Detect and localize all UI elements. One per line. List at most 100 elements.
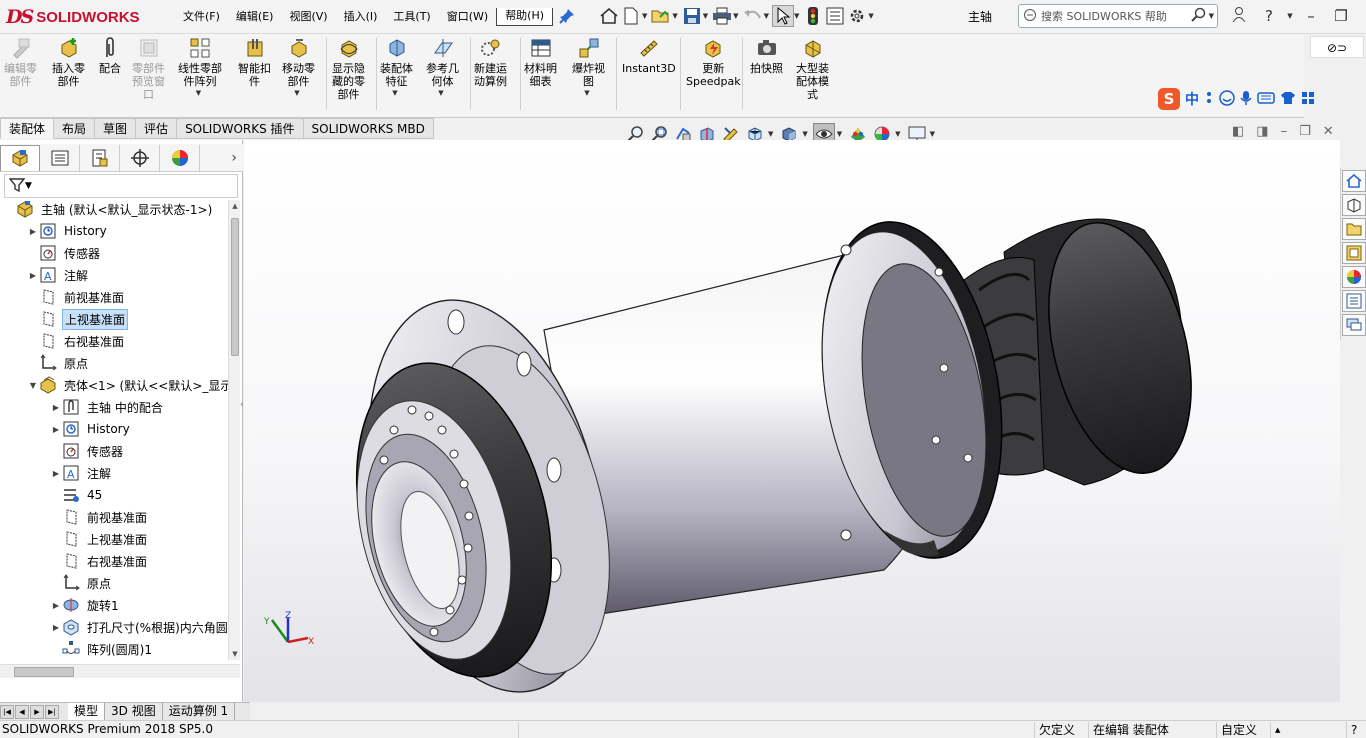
tree-node[interactable]: 前视基准面 — [27, 286, 126, 308]
show-hidden-components-button[interactable]: 显示隐 藏的零 部件 — [332, 36, 365, 101]
undo-icon[interactable] — [742, 5, 764, 27]
exploded-view-dropdown-icon[interactable]: ▼ — [584, 89, 589, 97]
tab-model[interactable]: 模型 — [68, 702, 106, 721]
tree-node[interactable]: 原点 — [27, 352, 90, 374]
reference-geometry-dropdown-icon[interactable]: ▼ — [438, 89, 443, 97]
minimize-icon[interactable]: – — [1296, 7, 1326, 25]
exploded-view-button[interactable]: 爆炸视 图 ▼ — [572, 36, 605, 97]
tab-layout[interactable]: 布局 — [54, 118, 96, 139]
tab-assembly[interactable]: 装配体 — [0, 118, 55, 139]
select-cursor-icon[interactable] — [771, 5, 794, 27]
view-settings-dropdown-icon[interactable]: ▼ — [930, 130, 935, 138]
propertymanager-tab-icon[interactable] — [40, 144, 80, 171]
reference-geometry-button[interactable]: 参考几 何体 ▼ — [426, 36, 459, 97]
viewport-close-icon[interactable]: ✕ — [1323, 124, 1334, 139]
tree-filter[interactable]: ▼ — [4, 174, 238, 198]
emoji-icon[interactable] — [1219, 89, 1235, 109]
tab-3d-views[interactable]: 3D 视图 — [105, 702, 163, 721]
assembly-features-dropdown-icon[interactable]: ▼ — [392, 89, 397, 97]
expand-arrow-icon[interactable]: ▶ — [27, 227, 39, 236]
tree-node[interactable]: 阵列(圆周)1 — [50, 638, 154, 660]
menu-edit[interactable]: 编辑(E) — [228, 8, 282, 26]
rebuild-traffic-light-icon[interactable] — [802, 5, 824, 27]
search-icon[interactable] — [1190, 7, 1207, 26]
expand-arrow-icon[interactable]: ▶ — [50, 403, 62, 412]
update-speedpak-button[interactable]: 更新 Speedpak — [686, 36, 741, 88]
file-properties-icon[interactable] — [824, 5, 846, 27]
tab-motion-study-1[interactable]: 运动算例 1 — [163, 702, 236, 721]
tree-node[interactable]: ▶ A 注解 — [27, 264, 90, 286]
first-tab-icon[interactable]: |◀ — [0, 704, 14, 719]
status-help-icon[interactable]: ? — [1346, 722, 1366, 738]
panel-more-chevron-icon[interactable]: › — [231, 150, 237, 166]
assembly-features-button[interactable]: 装配体 特征 ▼ — [380, 36, 413, 97]
ime-chinese-mode[interactable]: 中 — [1185, 89, 1199, 109]
ime-grid-icon[interactable] — [1301, 91, 1315, 108]
user-account-icon[interactable] — [1224, 6, 1254, 26]
sogou-ime-logo[interactable]: S — [1158, 88, 1180, 110]
move-component-button[interactable]: 移动零 部件 ▼ — [282, 36, 315, 97]
large-assembly-mode-button[interactable]: 大型装 配体模 式 — [796, 36, 829, 101]
keyboard-icon[interactable] — [1257, 91, 1275, 108]
linear-component-pattern-button[interactable]: 线性零部 件阵列 ▼ — [178, 36, 222, 97]
view-palette-icon[interactable] — [1342, 242, 1366, 264]
appearances-scenes-icon[interactable] — [1342, 266, 1366, 288]
save-dropdown-icon[interactable]: ▼ — [703, 12, 708, 20]
search-dropdown-icon[interactable]: ▼ — [1209, 12, 1214, 20]
tree-node[interactable]: 右视基准面 — [27, 330, 126, 352]
solidworks-logo[interactable]: DS SOLIDWORKS — [6, 6, 140, 28]
open-dropdown-icon[interactable]: ▼ — [672, 12, 677, 20]
tree-node[interactable]: ▶ 旋转1 — [50, 594, 121, 616]
linear-pattern-dropdown-icon[interactable]: ▼ — [196, 89, 201, 97]
menu-file[interactable]: 文件(F) — [175, 8, 228, 26]
tree-node[interactable]: ▶ 打孔尺寸(%根据)内六角圆柱 — [50, 616, 228, 638]
tab-sketch[interactable]: 草图 — [95, 118, 137, 139]
expand-arrow-icon[interactable]: ▶ — [50, 623, 62, 632]
custom-properties-icon[interactable] — [1342, 290, 1366, 312]
tree-node[interactable]: ▶ History — [50, 418, 132, 440]
tree-vertical-scrollbar[interactable]: ▲ ▼ — [228, 200, 240, 660]
tree-scroll-thumb[interactable] — [231, 218, 239, 356]
instant3d-button[interactable]: Instant3D — [622, 36, 676, 75]
menu-view[interactable]: 视图(V) — [281, 8, 335, 26]
close-icon[interactable]: ✕ — [1356, 7, 1366, 25]
prev-tab-icon[interactable]: ◀ — [15, 704, 29, 719]
dimxpertmanager-tab-icon[interactable] — [120, 144, 160, 171]
save-icon[interactable] — [681, 5, 703, 27]
edit-component-button[interactable]: 编辑零 部件 — [4, 36, 37, 88]
display-style-dropdown-icon[interactable]: ▼ — [802, 130, 807, 138]
tree-node[interactable]: 前视基准面 — [50, 506, 149, 528]
search-input[interactable]: 搜索 SOLIDWORKS 帮助 — [1041, 8, 1191, 24]
smart-fasteners-button[interactable]: 智能扣 件 — [238, 36, 271, 88]
tree-node[interactable]: 主轴 (默认<默认_显示状态-1>) — [4, 198, 214, 220]
ime-key-icon[interactable]: ⊘⊃ — [1310, 36, 1364, 58]
tree-node[interactable]: ▶ History — [27, 220, 109, 242]
print-icon[interactable] — [711, 5, 733, 27]
menu-window[interactable]: 窗口(W) — [439, 8, 496, 26]
tree-node[interactable]: 上视基准面 — [27, 308, 129, 330]
tree-node[interactable]: 上视基准面 — [50, 528, 149, 550]
menu-help[interactable]: 帮助(H) — [496, 8, 554, 26]
tab-solidworks-addins[interactable]: SOLIDWORKS 插件 — [177, 118, 304, 139]
restore-icon[interactable]: ❐ — [1326, 7, 1356, 25]
open-folder-icon[interactable] — [650, 5, 672, 27]
scroll-down-icon[interactable]: ▼ — [229, 650, 241, 658]
design-library-icon[interactable] — [1342, 194, 1366, 216]
undo-dropdown-icon[interactable]: ▼ — [764, 12, 769, 20]
tree-node[interactable]: ▶ A 注解 — [50, 462, 113, 484]
expand-arrow-icon[interactable]: ▶ — [27, 271, 39, 280]
menu-insert[interactable]: 插入(I) — [336, 8, 386, 26]
new-dropdown-icon[interactable]: ▼ — [642, 12, 647, 20]
tree-node[interactable]: 45 — [50, 484, 104, 506]
help-search-box[interactable]: 搜索 SOLIDWORKS 帮助 ▼ — [1018, 4, 1218, 28]
new-motion-study-button[interactable]: 新建运 动算例 — [474, 36, 507, 88]
next-tab-icon[interactable]: ▶ — [30, 704, 44, 719]
hide-show-dropdown-icon[interactable]: ▼ — [837, 130, 842, 138]
spindle-model[interactable]: Y Z X — [244, 140, 1340, 702]
tree-node[interactable]: ▼ 壳体<1> (默认<<默认>_显示状 — [27, 374, 228, 396]
featuremanager-tab-icon[interactable] — [0, 144, 40, 171]
viewport-right-panel-icon[interactable]: ◨ — [1256, 124, 1268, 139]
print-dropdown-icon[interactable]: ▼ — [733, 12, 738, 20]
expand-arrow-icon[interactable]: ▶ — [50, 469, 62, 478]
insert-components-button[interactable]: 插入零 部件 — [52, 36, 85, 88]
